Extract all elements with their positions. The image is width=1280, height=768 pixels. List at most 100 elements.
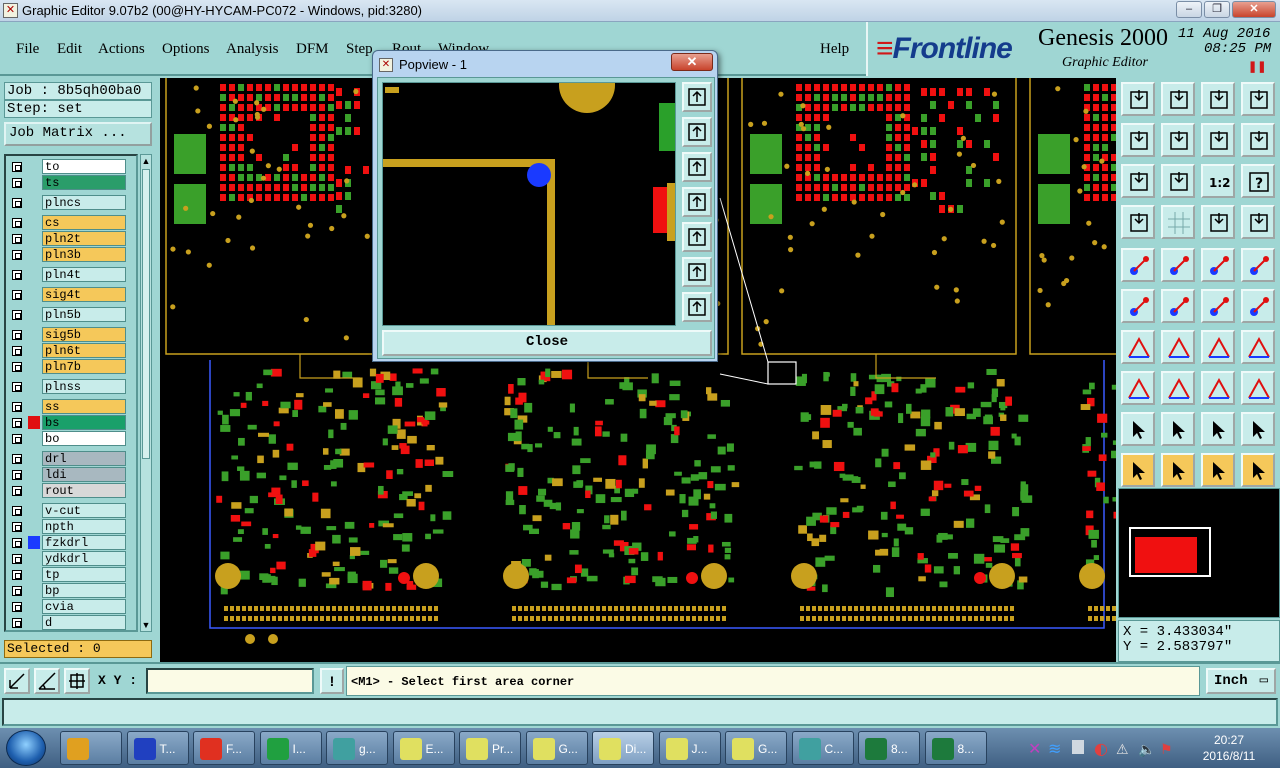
layer-name[interactable]: to [42, 159, 126, 174]
layer-checkbox[interactable] [12, 570, 22, 580]
layer-name[interactable]: pln7b [42, 359, 126, 374]
pan-right-icon[interactable] [1161, 123, 1195, 157]
layer-checkbox[interactable] [12, 586, 22, 596]
layer-checkbox[interactable] [12, 382, 22, 392]
taskbar-shell-0[interactable] [60, 731, 122, 765]
route-icon[interactable] [1161, 248, 1195, 282]
layer-name[interactable]: plnss [42, 379, 126, 394]
layer-compare-icon[interactable] [1201, 205, 1235, 239]
taskbar-excel-12[interactable]: 8... [858, 731, 920, 765]
layer-checkbox[interactable] [12, 402, 22, 412]
ruler-icon[interactable] [1201, 248, 1235, 282]
layer-name[interactable]: sig5b [42, 327, 126, 342]
pop-arrow-left-icon[interactable] [682, 187, 712, 217]
taskbar-editor-7[interactable]: G... [525, 731, 588, 765]
layer-name[interactable]: pln2t [42, 231, 126, 246]
layer-row-pln4t[interactable]: pln4t [8, 267, 136, 282]
layer-name[interactable]: ydkdrl [42, 551, 126, 566]
layer-name[interactable]: sig4t [42, 287, 126, 302]
text-icon[interactable] [1241, 330, 1275, 364]
xy-input[interactable] [146, 668, 314, 694]
layer-checkbox[interactable] [12, 506, 22, 516]
layer-row-cvia[interactable]: cvia [8, 599, 136, 614]
taskbar-genesis-g-2[interactable]: F... [193, 731, 255, 765]
layer-name[interactable]: bs [42, 415, 126, 430]
layer-row-plnss[interactable]: plnss [8, 379, 136, 394]
taskbar-editor-8[interactable]: Di... [592, 731, 654, 765]
layer-name[interactable]: d [42, 615, 126, 630]
layer-row-pln5b[interactable]: pln5b [8, 307, 136, 322]
taskbar-editor-10[interactable]: G... [725, 731, 787, 765]
taskbar-frontline-f-3[interactable]: I... [259, 731, 322, 765]
triangle-wave-icon[interactable] [1241, 412, 1275, 446]
popview-close-button[interactable]: Close [382, 330, 712, 356]
layer-checkbox[interactable] [12, 346, 22, 356]
minimize-button[interactable]: – [1176, 1, 1202, 18]
popview-canvas[interactable] [382, 82, 676, 326]
layer-name[interactable]: pln5b [42, 307, 126, 322]
layer-name[interactable]: fzkdrl [42, 535, 126, 550]
layer-row-bs[interactable]: bs [8, 415, 136, 430]
layer-checkbox[interactable] [12, 434, 22, 444]
layer-row-plncs[interactable]: plncs [8, 195, 136, 210]
taskbar-editor-9[interactable]: J... [658, 731, 721, 765]
layer-checkbox[interactable] [12, 290, 22, 300]
measure-mode-button[interactable] [34, 668, 60, 694]
menu-options[interactable]: Options [162, 41, 210, 58]
layer-name[interactable]: v-cut [42, 503, 126, 518]
taskbar-editor-5[interactable]: E... [392, 731, 455, 765]
layer-name[interactable]: ts [42, 175, 126, 190]
layer-row-bo[interactable]: bo [8, 431, 136, 446]
select-arrow-icon[interactable] [1121, 453, 1155, 487]
layer-name[interactable]: pln6t [42, 343, 126, 358]
layer-name[interactable]: cs [42, 215, 126, 230]
pause-icon[interactable]: ❚❚ [1248, 60, 1266, 73]
layer-name[interactable]: bo [42, 431, 126, 446]
connect-icon[interactable] [1121, 289, 1155, 323]
help-icon[interactable]: ? [1241, 164, 1275, 198]
close-window-button[interactable]: ✕ [1232, 1, 1276, 18]
layer-row-rout[interactable]: rout [8, 483, 136, 498]
layer-checkbox[interactable] [12, 618, 22, 628]
layer-row-cs[interactable]: cs [8, 215, 136, 230]
layer-checkbox[interactable] [12, 418, 22, 428]
layer-name[interactable]: cvia [42, 599, 126, 614]
layer-row-to[interactable]: to [8, 159, 136, 174]
layer-checkbox[interactable] [12, 218, 22, 228]
triangle-add-icon[interactable] [1121, 412, 1155, 446]
layer-checkbox[interactable] [12, 178, 22, 188]
layer-row-ss[interactable]: ss [8, 399, 136, 414]
layer-checkbox[interactable] [12, 330, 22, 340]
menu-file[interactable]: File [16, 41, 39, 58]
undo-view-icon[interactable] [1201, 123, 1235, 157]
layer-name[interactable]: pln4t [42, 267, 126, 282]
width-icon[interactable] [1201, 371, 1235, 405]
pop-arrow-right-icon[interactable] [682, 222, 712, 252]
grid-icon[interactable] [1161, 205, 1195, 239]
layer-checkbox[interactable] [12, 362, 22, 372]
layer-name[interactable]: plncs [42, 195, 126, 210]
layer-row-sig5b[interactable]: sig5b [8, 327, 136, 342]
fit-window-icon[interactable] [1241, 82, 1275, 116]
maximize-button[interactable]: ❐ [1204, 1, 1230, 18]
units-selector[interactable]: Inch ▭ [1206, 668, 1276, 694]
arc-icon[interactable] [1201, 330, 1235, 364]
triangle-fill-icon[interactable] [1201, 412, 1235, 446]
layer-checkbox[interactable] [12, 602, 22, 612]
layer-checkbox[interactable] [12, 234, 22, 244]
menu-help[interactable]: Help [820, 41, 849, 58]
triangle-icon[interactable] [1161, 412, 1195, 446]
pop-arrow-up-icon[interactable] [682, 117, 712, 147]
layer-checkbox[interactable] [12, 538, 22, 548]
layer-row-pln3b[interactable]: pln3b [8, 247, 136, 262]
zoom-fit-icon[interactable] [1121, 164, 1155, 198]
menu-edit[interactable]: Edit [57, 41, 82, 58]
pop-zoom-in-icon[interactable] [682, 82, 712, 112]
layer-row-pln2t[interactable]: pln2t [8, 231, 136, 246]
layer-checkbox[interactable] [12, 162, 22, 172]
layer-checkbox[interactable] [12, 486, 22, 496]
pop-zoom-fit-icon[interactable] [682, 257, 712, 287]
layer-row-tp[interactable]: tp [8, 567, 136, 582]
dot-icon[interactable] [1241, 248, 1275, 282]
layer-name[interactable]: ss [42, 399, 126, 414]
